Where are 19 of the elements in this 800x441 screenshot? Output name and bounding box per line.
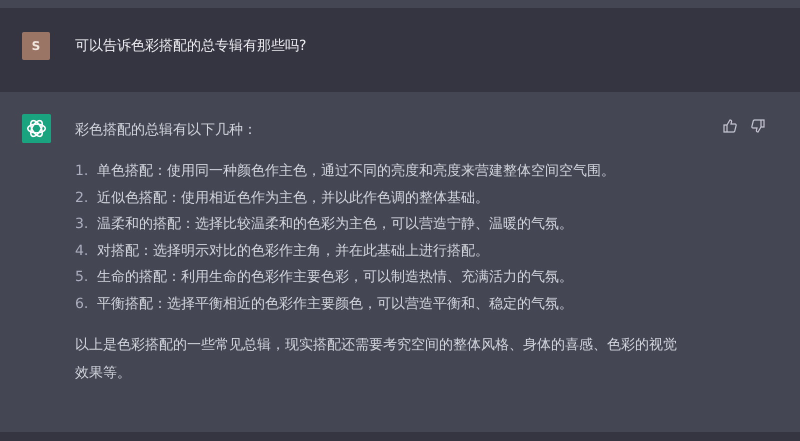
list-item-text: 对搭配：选择明示对比的色彩作主角，并在此基础上进行搭配。 [97,242,489,260]
answer-intro: 彩色搭配的总辑有以下几种： [75,121,258,140]
user-avatar: S [22,32,50,60]
answer-summary: 以上是色彩搭配的一些常见总辑，现实搭配还需要考究空间的整体风格、身体的喜感、色彩的视觉效果等。 [75,336,678,383]
list-number: 6. [75,294,90,314]
thumbs-down-icon[interactable] [750,118,766,134]
list-number: 4. [75,242,90,260]
list-number: 5. [75,268,90,287]
list-number: 3. [75,215,90,234]
list-item-text: 生命的搭配：利用生命的色彩作主要色彩，可以制造热情、充满活力的气氛。 [97,268,573,287]
user-message: 可以告诉色彩搭配的总专辑有那些吗? [75,37,306,56]
list-item-text: 单色搭配：使用同一种颜色作主色，通过不同的亮度和亮度来营建整体空间空气围。 [97,162,615,181]
list-item-text: 温柔和的搭配：选择比较温柔和的色彩为主色，可以营造宁静、温暖的气氛。 [97,215,573,234]
list-number: 2. [75,188,90,208]
list-number: 1. [75,162,90,181]
list-item-text: 平衡搭配：选择平衡相近的色彩作主要颜色，可以营造平衡和、稳定的气氛。 [97,294,573,314]
list-item-text: 近似色搭配：使用相近色作为主色，并以此作色调的整体基础。 [97,188,489,208]
thumbs-up-icon[interactable] [722,118,738,134]
assistant-logo-icon [22,114,51,143]
